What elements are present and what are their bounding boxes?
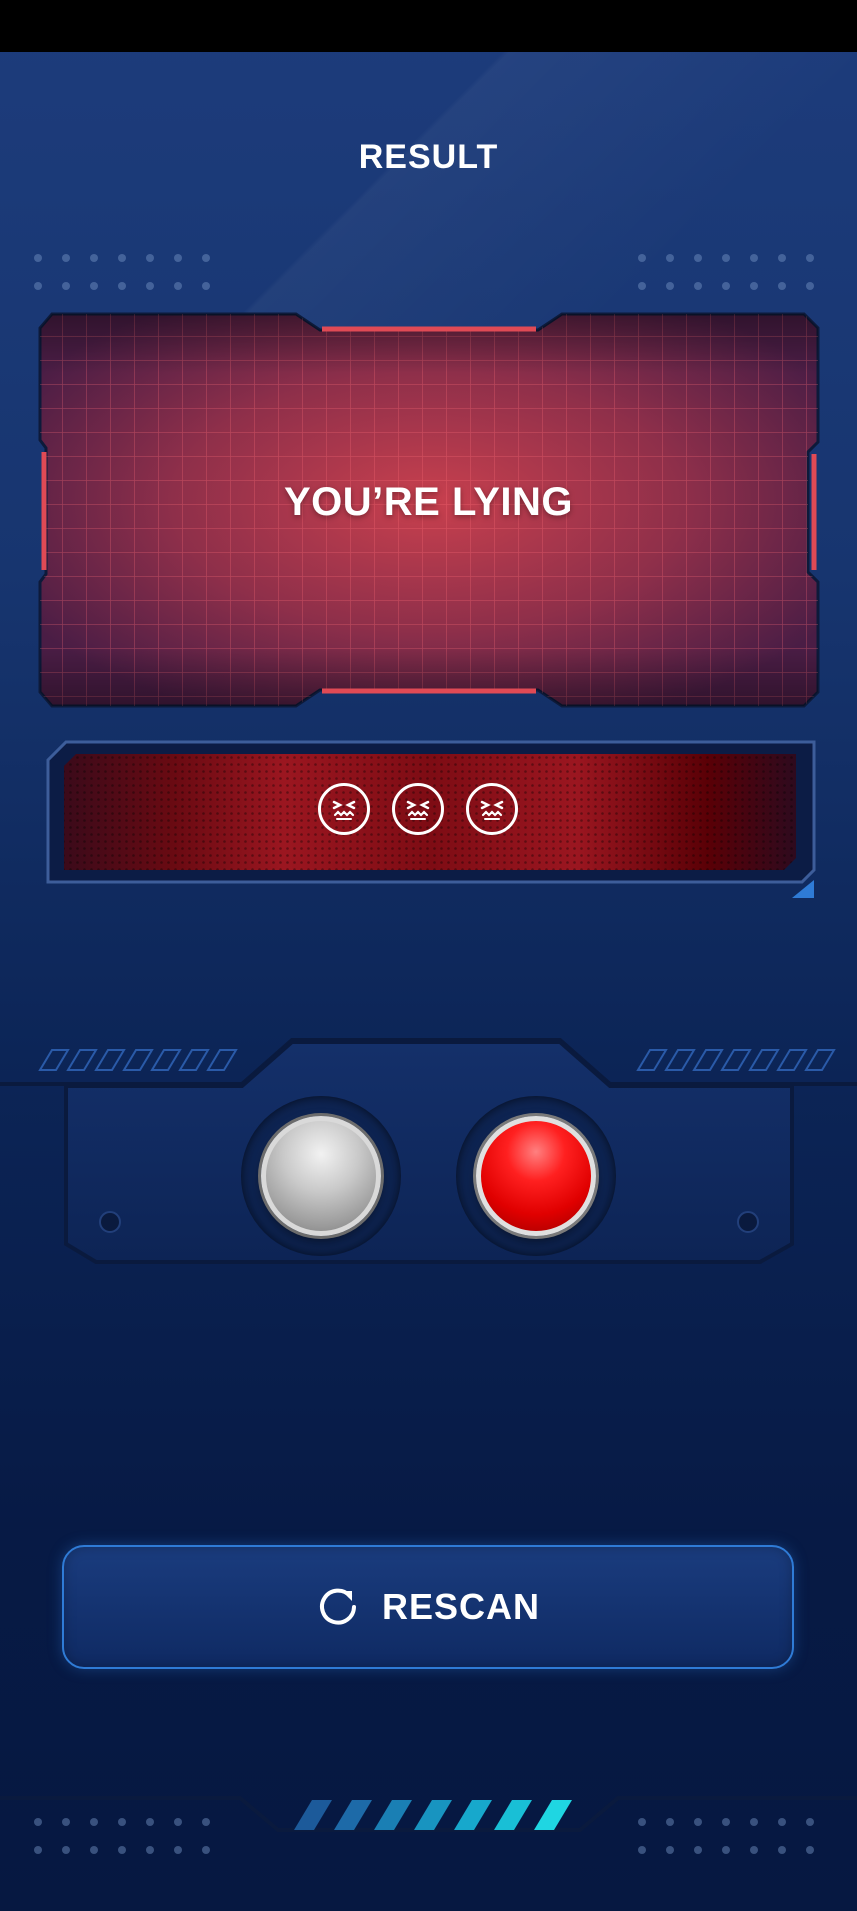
confounded-face-icon [466,783,518,835]
refresh-icon [316,1583,360,1632]
page-title: RESULT [358,138,499,176]
status-bar [0,0,857,52]
button-console [0,1030,857,1270]
dot-grid-top-right [638,254,814,290]
gray-button-well [241,1096,401,1256]
truth-button[interactable] [261,1116,381,1236]
red-button-well [456,1096,616,1256]
confounded-face-icon [318,783,370,835]
lie-button[interactable] [476,1116,596,1236]
dot-grid-bottom-left [34,1818,210,1854]
dot-grid-bottom-right [638,1818,814,1854]
result-text: YOU’RE LYING [283,480,574,524]
emoji-row [318,783,540,843]
rescan-label: RESCAN [381,1586,540,1627]
rescan-button[interactable]: RESCAN [62,1545,794,1669]
confounded-face-icon [392,783,444,835]
dot-grid-top-left [34,254,210,290]
